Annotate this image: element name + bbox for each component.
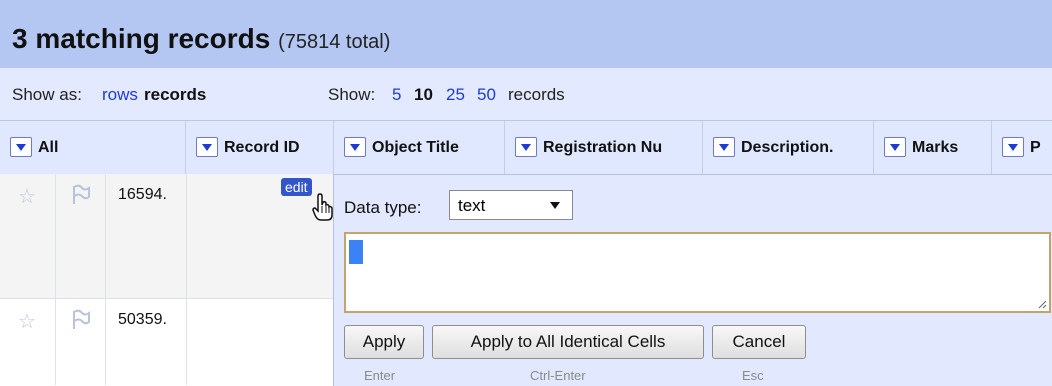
cell-value-textarea[interactable] xyxy=(344,232,1051,313)
column-menu-dropdown-icon[interactable] xyxy=(344,137,366,157)
edit-cell-button[interactable]: edit xyxy=(281,178,312,196)
resize-grip-icon[interactable] xyxy=(1037,299,1047,309)
column-label: Record ID xyxy=(224,139,300,156)
column-header-row: All Record ID Object Title Registration … xyxy=(0,120,1052,175)
cancel-button[interactable]: Cancel xyxy=(712,325,806,359)
matching-count-label: 3 matching records xyxy=(12,23,271,54)
column-label: Registration Nu xyxy=(543,139,663,156)
star-cell: ☆ xyxy=(0,174,56,298)
records-mode-label: records xyxy=(144,85,207,104)
show-as-label: Show as: xyxy=(12,85,82,104)
records-suffix-label: records xyxy=(508,85,565,104)
apply-all-shortcut-hint: Ctrl-Enter xyxy=(530,368,586,383)
column-menu-dropdown-icon[interactable] xyxy=(10,137,32,157)
data-type-label: Data type: xyxy=(344,198,422,217)
column-menu-dropdown-icon[interactable] xyxy=(1002,137,1024,157)
page-size-50-link[interactable]: 50 xyxy=(477,85,496,105)
column-menu-dropdown-icon[interactable] xyxy=(884,137,906,157)
rows-mode-link[interactable]: rows xyxy=(102,85,138,105)
flag-icon[interactable] xyxy=(71,309,91,331)
row-record-number: 16594. xyxy=(118,186,167,203)
apply-to-all-identical-button[interactable]: Apply to All Identical Cells xyxy=(432,325,704,359)
column-label: P xyxy=(1030,139,1041,156)
column-all[interactable]: All xyxy=(0,121,186,174)
star-icon[interactable]: ☆ xyxy=(18,184,36,209)
page-size-10-selected: 10 xyxy=(414,85,433,104)
column-description[interactable]: Description. xyxy=(703,121,874,174)
cancel-shortcut-hint: Esc xyxy=(742,368,764,383)
flag-cell xyxy=(56,174,106,298)
cell-editor-popup: Data type: text Apply Apply to All Ident… xyxy=(333,174,1052,386)
row-record-number: 50359. xyxy=(118,311,167,328)
column-label: Description. xyxy=(741,139,834,156)
flag-icon[interactable] xyxy=(71,184,91,206)
matching-records-count: 3 matching records (75814 total) xyxy=(12,23,390,55)
star-icon[interactable]: ☆ xyxy=(18,309,36,334)
text-cursor xyxy=(349,240,363,264)
hand-cursor-icon xyxy=(312,193,333,221)
column-record-id[interactable]: Record ID xyxy=(186,121,334,174)
column-label: Marks xyxy=(912,139,959,156)
results-header: 3 matching records (75814 total) xyxy=(0,0,1052,68)
column-menu-dropdown-icon[interactable] xyxy=(713,137,735,157)
column-object-title[interactable]: Object Title xyxy=(334,121,505,174)
show-label: Show: xyxy=(328,85,376,104)
data-type-value: text xyxy=(458,196,486,215)
column-marks[interactable]: Marks xyxy=(874,121,992,174)
apply-button[interactable]: Apply xyxy=(344,325,424,359)
column-label: All xyxy=(38,139,59,156)
view-options-bar: Show as: rows records Show: 5 10 25 50 r… xyxy=(0,68,1052,120)
page-size-5-link[interactable]: 5 xyxy=(392,85,401,105)
apply-shortcut-hint: Enter xyxy=(364,368,396,383)
total-count-label: (75814 total) xyxy=(278,31,391,53)
column-registration-number[interactable]: Registration Nu xyxy=(505,121,703,174)
column-menu-dropdown-icon[interactable] xyxy=(196,137,218,157)
chevron-down-icon xyxy=(550,202,560,209)
flag-cell xyxy=(56,299,106,385)
page-size-25-link[interactable]: 25 xyxy=(446,85,465,105)
table-row: ☆ 50359. xyxy=(0,299,335,385)
column-menu-dropdown-icon[interactable] xyxy=(515,137,537,157)
data-type-select[interactable]: text xyxy=(449,190,573,220)
star-cell: ☆ xyxy=(0,299,56,385)
column-label: Object Title xyxy=(372,139,459,156)
column-truncated[interactable]: P xyxy=(992,121,1052,174)
